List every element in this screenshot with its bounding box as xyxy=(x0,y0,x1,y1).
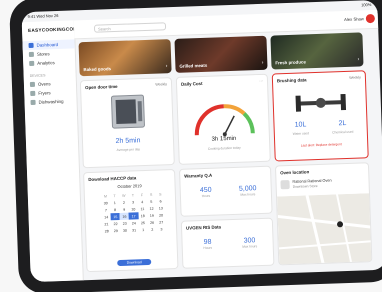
calendar-day[interactable]: 29 xyxy=(111,227,120,234)
chevron-right-icon: › xyxy=(165,63,168,70)
oven-icon xyxy=(110,94,145,129)
chart-icon xyxy=(29,60,35,67)
uvgen-a-label: Hours xyxy=(203,245,213,251)
more-icon[interactable]: ··· xyxy=(259,79,263,83)
sidebar-item-label: Ovens xyxy=(37,81,51,87)
photo-background: 9:41 Wed Nov 26 100% EASYCOOKINGCONNECT … xyxy=(0,0,382,292)
calendar-grid: M T W T F S S 30 1 2 3 4 5 6 7 8 9 10 11 12 13 14 15 16 17 18 19 20… xyxy=(101,190,166,234)
banner-card-2[interactable]: Grilled meats › xyxy=(174,35,268,73)
banner-caption: Baked goods xyxy=(83,66,112,73)
store-icon xyxy=(28,51,34,58)
calendar-day[interactable]: 31 xyxy=(129,226,138,233)
oven-icon xyxy=(280,180,290,190)
calendar-table: M T W T F S S 30 1 2 3 4 5 6 7 8 9 10 11 12 13 14 15 16 17 18 19 20… xyxy=(101,190,166,234)
uvgen-a: 98 Hours xyxy=(188,238,226,250)
card-title: Oven location xyxy=(280,169,310,176)
fryer-icon xyxy=(30,90,36,96)
chevron-right-icon: › xyxy=(261,59,264,66)
calendar-month: October 2019 xyxy=(117,183,142,190)
axle-icon xyxy=(295,93,347,112)
dashboard-content: Baked goods › Grilled meats › Fresh produc… xyxy=(78,32,382,280)
open-door-value: 2h 5min xyxy=(115,137,141,146)
card-title: Open door time xyxy=(85,83,118,91)
calendar-day[interactable]: 2 xyxy=(148,226,157,233)
banner-caption: Grilled meats xyxy=(179,62,208,69)
calendar-week-row: 28 29 30 31 1 2 3 xyxy=(102,225,166,234)
calendar-card: Download HACCP data October 2019 MTWTFSS… xyxy=(83,168,179,273)
oven-address: Downtown Store xyxy=(292,184,318,189)
sidebar-item-label: Stores xyxy=(36,51,50,57)
period-dropdown[interactable]: Weekly xyxy=(349,75,361,79)
tablet-device: 9:41 Wed Nov 26 100% EASYCOOKINGCONNECT … xyxy=(8,0,382,292)
app-screen: 9:41 Wed Nov 26 100% EASYCOOKINGCONNECT … xyxy=(21,0,382,283)
open-door-sub: Average per day xyxy=(116,147,141,153)
uvgen-card: UVGEN RIS Data 98 Hours 300 Max hours xyxy=(180,217,275,269)
period-dropdown[interactable]: Weekly xyxy=(155,82,167,86)
oven-icon xyxy=(29,81,36,88)
warranty-a-label: Hours xyxy=(201,193,211,199)
card-title: UVGEN RIS Data xyxy=(185,224,222,231)
card-title: Warranty Q.A xyxy=(184,172,213,179)
oven-location-card: Oven location Rational Rational Oven Dow… xyxy=(274,162,373,266)
daily-cost-sub: Cooking duration today xyxy=(207,145,241,151)
sidebar-item-label: Analytics xyxy=(37,60,55,66)
sidebar: EASYCOOKINGCONNECT Dashboard Stores Anal… xyxy=(21,20,91,283)
card-title: Daily Cost xyxy=(180,80,203,87)
app-logo: EASYCOOKINGCONNECT xyxy=(27,25,91,34)
warranty-b: 5,000 Max hours xyxy=(229,185,267,197)
dashboard-icon xyxy=(28,42,34,49)
dishwasher-icon xyxy=(30,99,36,105)
brushing-left-value: 10L xyxy=(294,121,307,129)
calendar-day[interactable]: 1 xyxy=(139,226,148,233)
user-name[interactable]: Alex Shaw xyxy=(344,16,364,22)
card-title: Download HACCP data xyxy=(88,175,137,183)
daily-cost-card: Daily Cost ··· 3h 15min Cooking duration… xyxy=(175,73,271,165)
sidebar-item-label: Dishwashing xyxy=(38,98,64,105)
brushing-card: Brushing data Weekly 10L Water used 2L C… xyxy=(271,70,369,162)
brushing-right-label: Chemical used xyxy=(332,129,354,135)
uvgen-b: 300 Max hours xyxy=(230,237,268,249)
search-input[interactable]: Search xyxy=(93,22,167,33)
gauge-chart xyxy=(194,104,255,137)
brushing-left-label: Water used xyxy=(292,131,309,136)
location-map[interactable] xyxy=(277,193,373,266)
download-button[interactable]: Download xyxy=(117,258,152,267)
sidebar-item-dishwashing[interactable]: Dishwashing xyxy=(24,96,76,107)
sidebar-item-label: Fryers xyxy=(38,90,51,96)
banner-caption: Fresh produce xyxy=(275,59,306,66)
open-door-card: Open door time Weekly 2h 5min Average pe… xyxy=(79,77,175,169)
warranty-card: Warranty Q.A 450 Hours 5,000 Max hours xyxy=(178,165,273,217)
calendar-day[interactable]: 28 xyxy=(102,227,111,234)
chevron-right-icon: › xyxy=(357,56,360,63)
banner-card-1[interactable]: Baked goods › xyxy=(78,39,172,77)
brushing-right-value: 2L xyxy=(338,119,347,128)
warranty-b-label: Max hours xyxy=(240,192,256,197)
oven-name: Rational Rational Oven xyxy=(292,178,332,184)
avatar[interactable] xyxy=(365,13,376,24)
uvgen-b-label: Max hours xyxy=(242,244,258,249)
banner-card-3[interactable]: Fresh produce › xyxy=(270,32,364,70)
calendar-day[interactable]: 30 xyxy=(120,227,129,234)
brushing-alert: Last alert: Replace detergent xyxy=(300,142,342,148)
calendar-day[interactable]: 3 xyxy=(157,225,166,232)
sidebar-section-label: DEVICES xyxy=(29,73,46,79)
sidebar-item-analytics[interactable]: Analytics xyxy=(23,57,75,68)
sidebar-item-label: Dashboard xyxy=(36,42,59,48)
card-title: Brushing data xyxy=(276,77,307,84)
warranty-a: 450 Hours xyxy=(187,186,225,198)
